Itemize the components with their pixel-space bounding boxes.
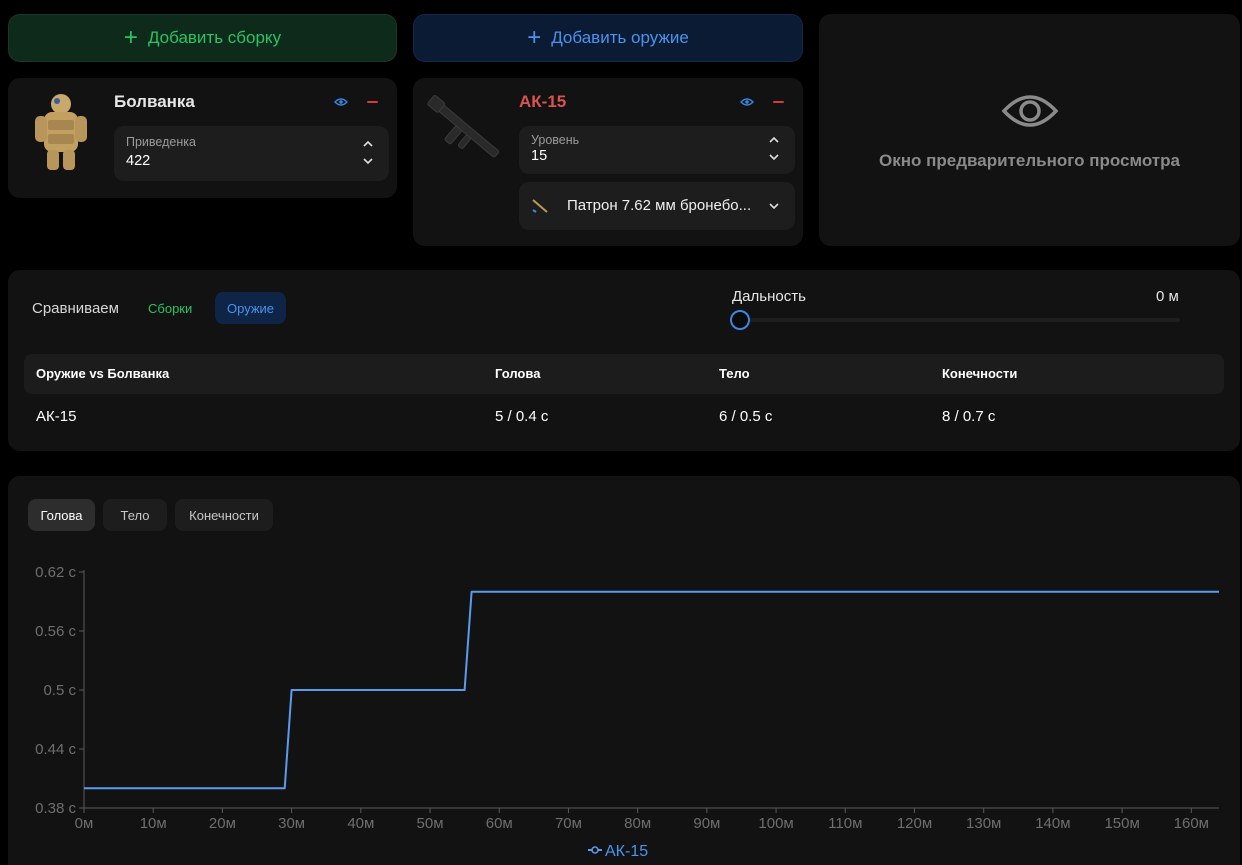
- x-tick-label: 80м: [624, 815, 651, 832]
- header-weapon-vs: Оружие vs Болванка: [36, 366, 170, 381]
- level-stepper[interactable]: Приведенка 422: [114, 126, 389, 181]
- stepper-value: 422: [126, 153, 151, 169]
- weapon-level-stepper[interactable]: Уровень 15: [519, 126, 795, 174]
- x-tick-label: 130м: [966, 815, 1001, 832]
- weapon-title: АК-15: [519, 92, 567, 111]
- cell-limbs: 8 / 0.7 с: [942, 408, 996, 425]
- add-build-button[interactable]: + Добавить сборку: [8, 14, 397, 62]
- range-value: 0 м: [1156, 288, 1179, 305]
- stepper-value: 15: [531, 148, 548, 164]
- chevron-down-icon[interactable]: [363, 157, 373, 165]
- remove-build-icon[interactable]: [367, 101, 378, 103]
- range-label: Дальность: [732, 288, 806, 305]
- build-title: Болванка: [114, 92, 195, 111]
- header-limbs: Конечности: [942, 366, 1018, 381]
- x-tick-label: 40м: [347, 815, 374, 832]
- plus-icon: +: [123, 24, 138, 51]
- cell-weapon: АК-15: [36, 408, 77, 425]
- preview-window: Окно предварительного просмотра: [819, 14, 1240, 246]
- chevron-down-icon[interactable]: [769, 153, 779, 161]
- header-body: Тело: [719, 366, 750, 381]
- x-tick-label: 0м: [75, 815, 94, 832]
- y-tick-label: 0.44 с: [35, 741, 76, 758]
- table-row: АК-15 5 / 0.4 с 6 / 0.5 с 8 / 0.7 с: [24, 394, 1224, 438]
- x-tick-label: 90м: [693, 815, 720, 832]
- ammo-icon: [532, 199, 548, 213]
- compare-label: Сравниваем: [32, 300, 119, 317]
- preview-text: Окно предварительного просмотра: [879, 151, 1180, 170]
- x-tick-label: 50м: [417, 815, 444, 832]
- plus-icon: +: [527, 24, 542, 51]
- x-tick-label: 150м: [1104, 815, 1139, 832]
- y-tick-label: 0.56 с: [35, 623, 76, 640]
- range-slider-thumb[interactable]: [730, 310, 750, 330]
- chart-panel: Голова Тело Конечности 0.38 с 0.44 с 0.5 с…: [8, 476, 1240, 865]
- x-tick-label: 30м: [278, 815, 305, 832]
- x-tick-label: 60м: [486, 815, 513, 832]
- compare-panel: Сравниваем Сборки Оружие Дальность 0 м О…: [8, 270, 1240, 451]
- series-line: [84, 590, 1219, 790]
- add-weapon-button[interactable]: + Добавить оружие: [413, 14, 803, 62]
- x-tick-label: 160м: [1174, 815, 1209, 832]
- y-tick-label: 0.38 с: [35, 800, 76, 817]
- ammo-label: Патрон 7.62 мм бронебо...: [567, 197, 752, 214]
- rifle-image: [427, 95, 500, 158]
- table-header: Оружие vs Болванка Голова Тело Конечност…: [24, 354, 1224, 394]
- x-tick-label: 140м: [1035, 815, 1070, 832]
- cell-head: 5 / 0.4 с: [495, 408, 549, 425]
- x-tick-label: 100м: [758, 815, 793, 832]
- range-slider[interactable]: [730, 310, 1180, 330]
- y-tick-label: 0.62 с: [35, 564, 76, 581]
- eye-icon: [1001, 95, 1058, 127]
- eye-icon[interactable]: [334, 97, 348, 107]
- chevron-up-icon[interactable]: [363, 140, 373, 148]
- chevron-up-icon[interactable]: [769, 136, 779, 144]
- add-weapon-label: Добавить оружие: [551, 28, 689, 47]
- add-build-label: Добавить сборку: [147, 28, 282, 47]
- eye-icon[interactable]: [740, 97, 754, 107]
- cell-body: 6 / 0.5 с: [719, 408, 773, 425]
- ttk-chart: 0.38 с 0.44 с 0.5 с 0.56 с 0.62 с 0м 10м 20м 30м…: [35, 564, 1219, 860]
- chip-builds[interactable]: Сборки: [136, 292, 204, 324]
- header-head: Голова: [495, 366, 541, 381]
- chip-weapons[interactable]: Оружие: [215, 292, 287, 324]
- x-tick-label: 10м: [140, 815, 167, 832]
- legend-label: АК-15: [605, 843, 648, 860]
- x-tick-label: 120м: [897, 815, 932, 832]
- ammo-select[interactable]: Патрон 7.62 мм бронебо...: [519, 182, 795, 230]
- legend-marker: [591, 846, 599, 854]
- remove-weapon-icon[interactable]: [773, 101, 784, 103]
- chevron-down-icon[interactable]: [769, 202, 779, 210]
- build-card: Болванка Приведенка 422: [8, 78, 397, 198]
- x-tick-label: 70м: [555, 815, 582, 832]
- x-tick-label: 20м: [209, 815, 236, 832]
- weapon-card: АК-15 Уровень 15 Патрон 7.62 мм бронебо.…: [413, 78, 803, 246]
- x-tick-label: 110м: [828, 815, 862, 832]
- y-tick-label: 0.5 с: [43, 682, 76, 699]
- stepper-label: Уровень: [531, 133, 580, 147]
- armor-image: [35, 94, 87, 170]
- stepper-label: Приведенка: [126, 135, 196, 149]
